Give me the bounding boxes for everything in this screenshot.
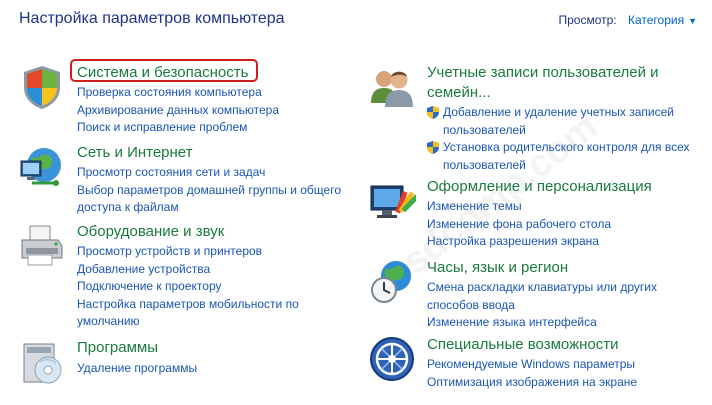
view-by-value[interactable]: Категория <box>628 13 684 27</box>
category-title-user-accounts[interactable]: Учетные записи пользователей и семейн... <box>427 63 697 103</box>
link-optimize-visual-display[interactable]: Оптимизация изображения на экране <box>427 374 637 392</box>
link-screen-resolution[interactable]: Настройка разрешения экрана <box>427 233 652 251</box>
link-mobility-settings[interactable]: Настройка параметров мобильности по умол… <box>77 296 312 331</box>
category-ease-of-access-text: Специальные возможности Рекомендуемые Wi… <box>427 335 637 391</box>
category-links: Рекомендуемые Windows параметры Оптимиза… <box>427 356 637 391</box>
page-title: Настройка параметров компьютера <box>19 10 285 27</box>
category-links: Изменение темы Изменение фона рабочего с… <box>427 198 652 251</box>
link-change-display-language[interactable]: Изменение языка интерфейса <box>427 314 672 332</box>
accessibility-icon[interactable] <box>368 335 416 383</box>
category-user-accounts-text: Учетные записи пользователей и семейн...… <box>427 63 703 174</box>
category-links: Удаление программы <box>77 360 197 378</box>
category-title-ease-of-access[interactable]: Специальные возможности <box>427 335 637 355</box>
category-hardware-sound-text: Оборудование и звук Просмотр устройств и… <box>77 222 312 331</box>
chevron-down-icon[interactable]: ▼ <box>688 16 697 26</box>
category-title-hardware-sound[interactable]: Оборудование и звук <box>77 222 312 242</box>
shield-flag-icon[interactable] <box>18 63 66 111</box>
link-change-desktop-background[interactable]: Изменение фона рабочего стола <box>427 216 652 234</box>
clock-globe-icon[interactable] <box>368 258 416 306</box>
category-links: Добавление и удаление учетных записей по… <box>427 104 703 174</box>
category-links: Просмотр состояния сети и задач Выбор па… <box>77 164 357 217</box>
link-add-device[interactable]: Добавление устройства <box>77 261 312 279</box>
category-links: Смена раскладки клавиатуры или других сп… <box>427 279 672 332</box>
link-devices-printers[interactable]: Просмотр устройств и принтеров <box>77 243 312 261</box>
category-links: Проверка состояния компьютера Архивирова… <box>77 84 279 137</box>
uac-shield-icon <box>427 106 439 119</box>
uac-shield-icon <box>427 141 439 154</box>
users-icon[interactable] <box>368 63 416 111</box>
category-title-appearance[interactable]: Оформление и персонализация <box>427 177 652 197</box>
category-title-network-internet[interactable]: Сеть и Интернет <box>77 143 357 163</box>
category-links: Просмотр устройств и принтеров Добавлени… <box>77 243 312 331</box>
view-by-label: Просмотр: <box>558 13 617 27</box>
network-globe-icon[interactable] <box>18 143 66 191</box>
link-parental-controls[interactable]: Установка родительского контроля для все… <box>443 139 703 174</box>
category-clock-text: Часы, язык и регион Смена раскладки клав… <box>427 258 672 332</box>
link-change-keyboard[interactable]: Смена раскладки клавиатуры или других сп… <box>427 279 672 314</box>
link-uninstall-program[interactable]: Удаление программы <box>77 360 197 378</box>
view-by-dropdown[interactable]: Категория ▼ <box>628 13 697 27</box>
link-find-fix-problems[interactable]: Поиск и исправление проблем <box>77 119 279 137</box>
link-add-remove-accounts[interactable]: Добавление и удаление учетных записей по… <box>443 104 683 139</box>
category-network-internet-text: Сеть и Интернет Просмотр состояния сети … <box>77 143 357 217</box>
monitor-palette-icon[interactable] <box>368 177 416 225</box>
programs-cd-icon[interactable] <box>18 338 66 386</box>
category-title-programs[interactable]: Программы <box>77 338 197 358</box>
category-title-clock-language-region[interactable]: Часы, язык и регион <box>427 258 672 278</box>
link-row-parental-controls: Установка родительского контроля для все… <box>427 139 703 174</box>
view-by-control: Просмотр: Категория ▼ <box>558 13 697 27</box>
link-backup-computer[interactable]: Архивирование данных компьютера <box>77 102 279 120</box>
link-network-status[interactable]: Просмотр состояния сети и задач <box>77 164 357 182</box>
link-connect-projector[interactable]: Подключение к проектору <box>77 278 312 296</box>
link-check-computer-status[interactable]: Проверка состояния компьютера <box>77 84 279 102</box>
category-programs-text: Программы Удаление программы <box>77 338 197 378</box>
link-recommended-settings[interactable]: Рекомендуемые Windows параметры <box>427 356 637 374</box>
link-row-add-remove-accounts: Добавление и удаление учетных записей по… <box>427 104 703 139</box>
link-change-theme[interactable]: Изменение темы <box>427 198 652 216</box>
category-appearance-text: Оформление и персонализация Изменение те… <box>427 177 652 251</box>
printer-icon[interactable] <box>18 222 66 270</box>
link-homegroup-sharing[interactable]: Выбор параметров домашней группы и общег… <box>77 182 357 217</box>
highlight-box <box>70 59 258 82</box>
